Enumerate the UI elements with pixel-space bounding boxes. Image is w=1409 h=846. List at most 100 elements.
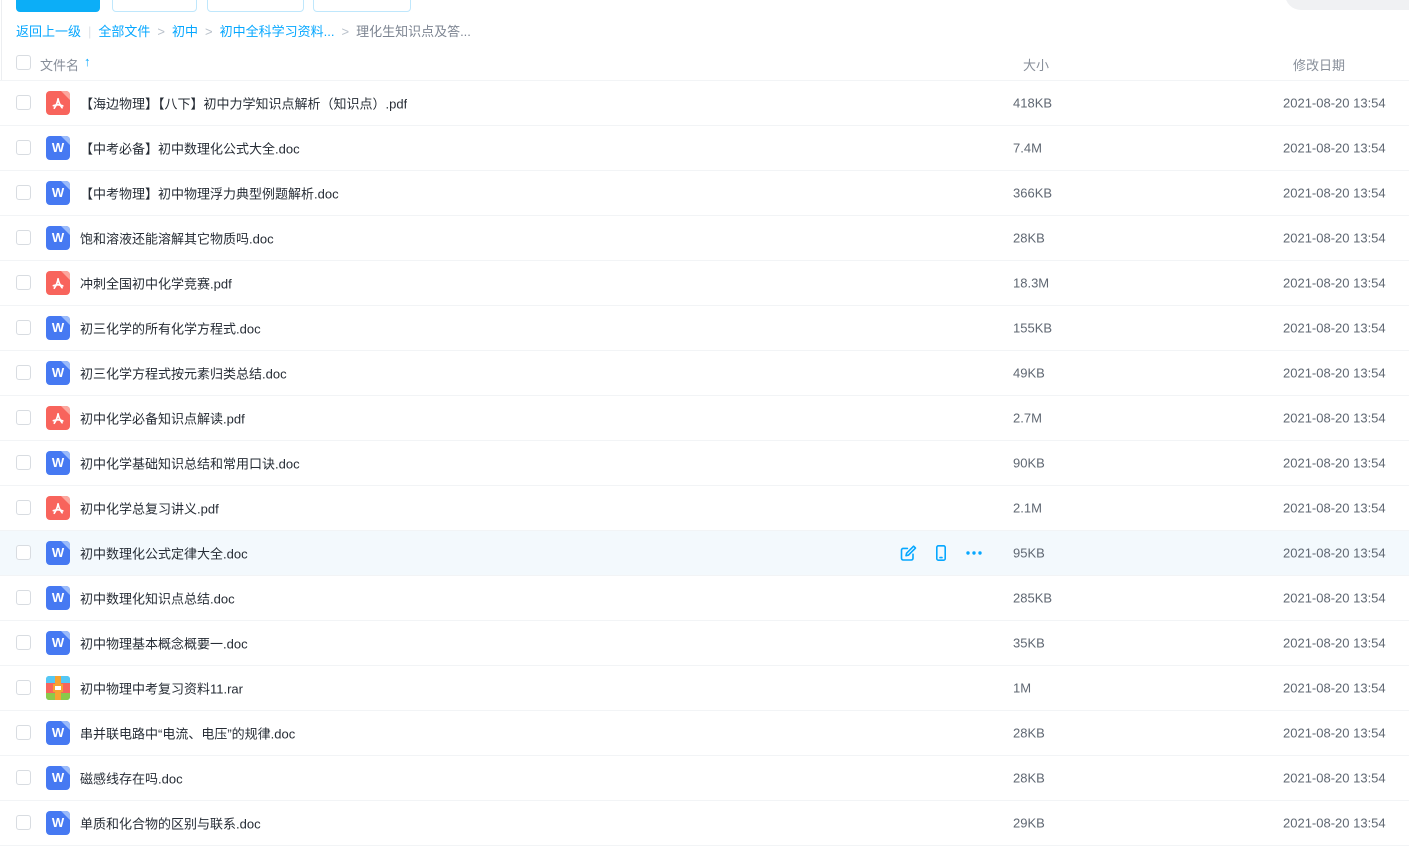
- file-modified-date: 2021-08-20 13:54: [1283, 546, 1386, 561]
- file-size: 285KB: [1013, 591, 1052, 606]
- row-checkbox[interactable]: [16, 545, 31, 560]
- send-to-phone-icon[interactable]: [931, 543, 951, 563]
- breadcrumb: 返回上一级|全部文件>初中>初中全科学习资料...>理化生知识点及答...: [16, 23, 471, 40]
- word-file-icon: W: [46, 721, 70, 745]
- more-actions-icon[interactable]: [964, 543, 984, 563]
- toolbar-button-2[interactable]: [112, 0, 197, 12]
- rename-icon[interactable]: [898, 543, 918, 563]
- table-row[interactable]: W 饱和溶液还能溶解其它物质吗.doc: [0, 216, 1409, 261]
- row-checkbox[interactable]: [16, 275, 31, 290]
- file-modified-date: 2021-08-20 13:54: [1283, 771, 1386, 786]
- table-row[interactable]: W 磁感线存在吗.doc: [0, 756, 1409, 801]
- word-file-icon: W: [46, 631, 70, 655]
- file-size: 49KB: [1013, 366, 1045, 381]
- file-name-link[interactable]: 初中化学基础知识总结和常用口诀.doc: [80, 454, 300, 473]
- file-size: 366KB: [1013, 186, 1052, 201]
- toolbar-button-4[interactable]: [313, 0, 411, 12]
- acrobat-glyph: [49, 409, 67, 427]
- file-modified-date: 2021-08-20 13:54: [1283, 276, 1386, 291]
- archive-pattern: [46, 676, 70, 700]
- acrobat-glyph: [49, 94, 67, 112]
- row-checkbox[interactable]: [16, 680, 31, 695]
- table-row[interactable]: W 初三化学的所有化学方程式.doc: [0, 306, 1409, 351]
- row-checkbox[interactable]: [16, 635, 31, 650]
- column-header-size[interactable]: 大小: [1023, 55, 1049, 74]
- file-modified-date: 2021-08-20 13:54: [1283, 141, 1386, 156]
- file-size: 418KB: [1013, 96, 1052, 111]
- breadcrumb-separator: >: [205, 24, 213, 39]
- breadcrumb-divider: |: [88, 24, 91, 39]
- row-checkbox[interactable]: [16, 590, 31, 605]
- table-row[interactable]: W 初中化学基础知识总结和常用口诀.doc: [0, 441, 1409, 486]
- table-row[interactable]: W 初中物理基本概念概要一.doc: [0, 621, 1409, 666]
- row-checkbox[interactable]: [16, 365, 31, 380]
- file-name-link[interactable]: 【中考物理】初中物理浮力典型例题解析.doc: [80, 184, 339, 203]
- file-size: 29KB: [1013, 816, 1045, 831]
- row-checkbox[interactable]: [16, 230, 31, 245]
- pdf-file-icon: W: [46, 271, 70, 295]
- file-name-link[interactable]: 初中物理中考复习资料11.rar: [80, 679, 243, 698]
- file-name-link[interactable]: 【中考必备】初中数理化公式大全.doc: [80, 139, 300, 158]
- table-row[interactable]: W 初中化学总复习讲义.pdf: [0, 486, 1409, 531]
- table-row[interactable]: W 初中数理化知识点总结.doc: [0, 576, 1409, 621]
- table-row[interactable]: W 【中考物理】初中物理浮力典型例题解析.doc: [0, 171, 1409, 216]
- toolbar-button-3[interactable]: [207, 0, 304, 12]
- row-checkbox[interactable]: [16, 815, 31, 830]
- file-name-link[interactable]: 初中化学总复习讲义.pdf: [80, 499, 219, 518]
- file-name-link[interactable]: 初中物理基本概念概要一.doc: [80, 634, 248, 653]
- file-name-link[interactable]: 单质和化合物的区别与联系.doc: [80, 814, 261, 833]
- pdf-file-icon: W: [46, 496, 70, 520]
- search-box[interactable]: [1285, 0, 1409, 10]
- row-checkbox[interactable]: [16, 185, 31, 200]
- table-row[interactable]: W 【中考必备】初中数理化公式大全.doc: [0, 126, 1409, 171]
- table-row[interactable]: W 初中物理中考复习资料11.rar: [0, 666, 1409, 711]
- breadcrumb-item[interactable]: 初中: [172, 24, 198, 39]
- breadcrumb-back-link[interactable]: 返回上一级: [16, 24, 81, 39]
- table-row[interactable]: W 【海边物理】【八下】初中力学知识点解析（知识点）.pdf: [0, 81, 1409, 126]
- select-all-checkbox[interactable]: [16, 55, 31, 70]
- file-size: 1M: [1013, 681, 1031, 696]
- table-row[interactable]: W 初三化学方程式按元素归类总结.doc: [0, 351, 1409, 396]
- file-name-link[interactable]: 初中数理化公式定律大全.doc: [80, 544, 248, 563]
- column-header-filename[interactable]: 文件名: [40, 55, 79, 74]
- row-checkbox[interactable]: [16, 455, 31, 470]
- file-name-link[interactable]: 串并联电路中“电流、电压”的规律.doc: [80, 724, 295, 743]
- row-checkbox[interactable]: [16, 140, 31, 155]
- word-file-icon: W: [46, 181, 70, 205]
- acrobat-glyph: [49, 274, 67, 292]
- file-name-link[interactable]: 饱和溶液还能溶解其它物质吗.doc: [80, 229, 274, 248]
- file-modified-date: 2021-08-20 13:54: [1283, 501, 1386, 516]
- table-row[interactable]: W 初中数理化公式定律大全.doc: [0, 531, 1409, 576]
- row-checkbox[interactable]: [16, 500, 31, 515]
- file-name-link[interactable]: 初三化学的所有化学方程式.doc: [80, 319, 261, 338]
- row-checkbox[interactable]: [16, 770, 31, 785]
- file-name-link[interactable]: 初中数理化知识点总结.doc: [80, 589, 235, 608]
- pdf-file-icon: W: [46, 91, 70, 115]
- table-row[interactable]: W 串并联电路中“电流、电压”的规律.doc: [0, 711, 1409, 756]
- file-name-link[interactable]: 冲刺全国初中化学竞赛.pdf: [80, 274, 232, 293]
- file-name-link[interactable]: 【海边物理】【八下】初中力学知识点解析（知识点）.pdf: [80, 94, 407, 113]
- file-modified-date: 2021-08-20 13:54: [1283, 726, 1386, 741]
- column-header-modified[interactable]: 修改日期: [1293, 55, 1345, 74]
- file-name-link[interactable]: 磁感线存在吗.doc: [80, 769, 183, 788]
- sort-ascending-icon[interactable]: ↑: [84, 54, 91, 69]
- table-row[interactable]: W 初中化学必备知识点解读.pdf: [0, 396, 1409, 441]
- word-file-icon: W: [46, 766, 70, 790]
- toolbar-primary-button[interactable]: [16, 0, 100, 12]
- breadcrumb-separator: >: [341, 24, 349, 39]
- row-checkbox[interactable]: [16, 95, 31, 110]
- file-modified-date: 2021-08-20 13:54: [1283, 456, 1386, 471]
- table-row[interactable]: W 冲刺全国初中化学竞赛.pdf: [0, 261, 1409, 306]
- breadcrumb-item[interactable]: 全部文件: [98, 24, 150, 39]
- file-size: 18.3M: [1013, 276, 1049, 291]
- word-file-icon: W: [46, 541, 70, 565]
- row-checkbox[interactable]: [16, 725, 31, 740]
- row-checkbox[interactable]: [16, 320, 31, 335]
- table-row[interactable]: W 单质和化合物的区别与联系.doc: [0, 801, 1409, 846]
- row-hover-actions: [898, 543, 984, 563]
- file-name-link[interactable]: 初中化学必备知识点解读.pdf: [80, 409, 245, 428]
- breadcrumb-item[interactable]: 初中全科学习资料...: [220, 24, 335, 39]
- file-modified-date: 2021-08-20 13:54: [1283, 816, 1386, 831]
- row-checkbox[interactable]: [16, 410, 31, 425]
- file-name-link[interactable]: 初三化学方程式按元素归类总结.doc: [80, 364, 287, 383]
